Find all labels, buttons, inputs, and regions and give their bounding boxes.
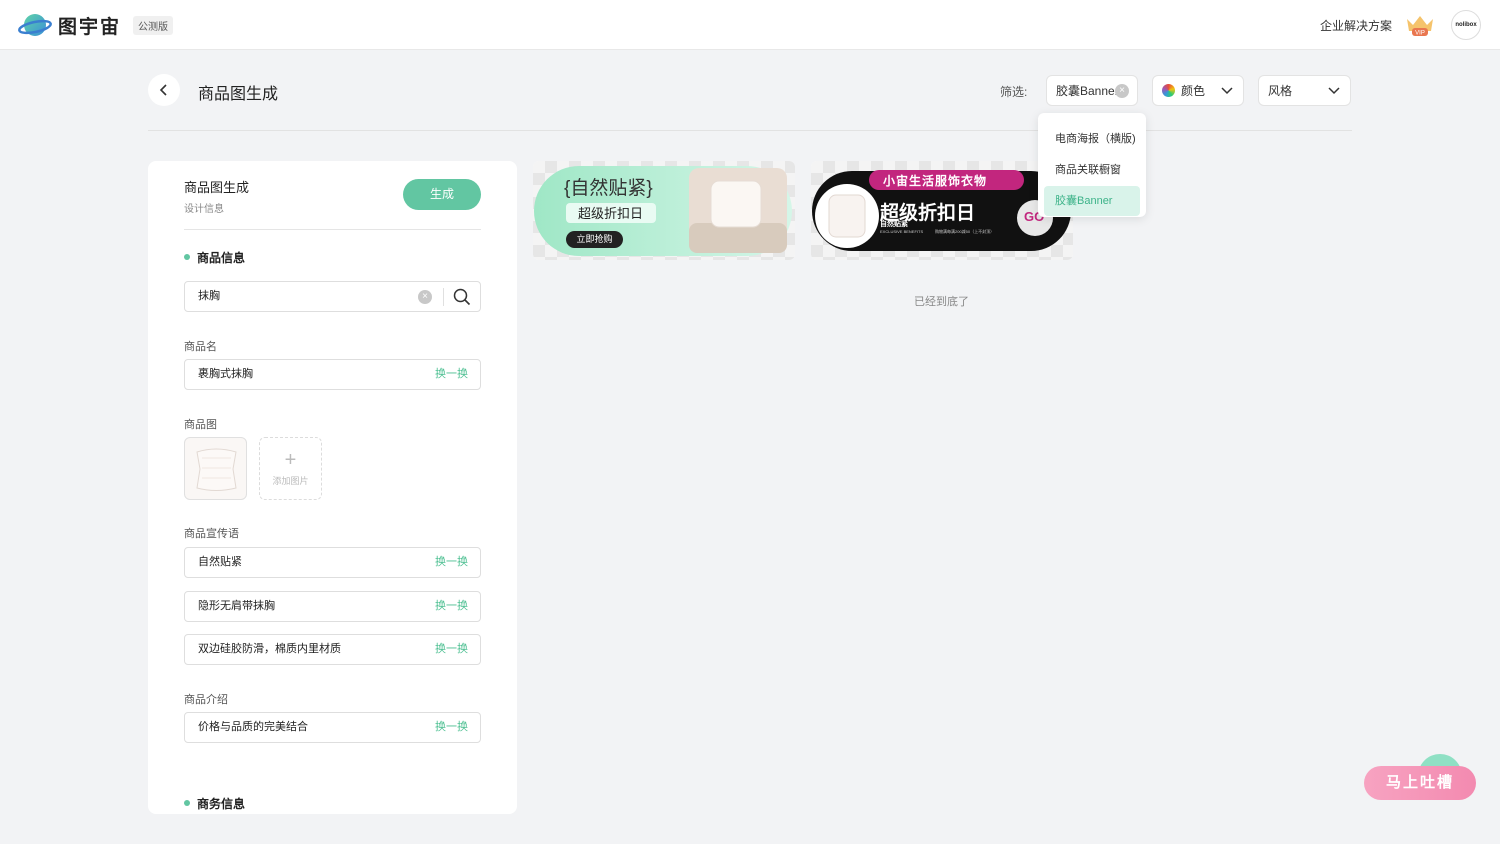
business-info-heading: 商务信息 [184, 795, 245, 812]
panel-title: 商品图生成 [184, 180, 250, 195]
slogan-value: 自然贴紧 [198, 556, 242, 568]
clear-icon[interactable]: × [418, 290, 432, 304]
card2-top-banner: 小宙生活服饰衣物 [883, 174, 988, 188]
design-panel: 商品图生成 设计信息 生成 商品信息 抹胸 × 商品名 裹胸式抹胸 换一换 商品… [148, 161, 517, 814]
app-name: 图宇宙 [58, 16, 122, 38]
swap-button[interactable]: 换一换 [435, 592, 468, 621]
card2-small-left: EXCLUSIVE BENEFITS [880, 229, 924, 234]
clear-icon[interactable]: × [1115, 84, 1129, 98]
style-filter-select[interactable]: 风格 [1258, 75, 1351, 106]
type-filter-select[interactable]: 胶囊Banner × [1046, 75, 1138, 106]
swap-button[interactable]: 换一换 [435, 635, 468, 664]
card1-cta: 立即抢购 [566, 231, 623, 248]
slogan-field-3[interactable]: 双边硅胶防滑，棉质内里材质 换一换 [184, 634, 481, 665]
logo[interactable]: 图宇宙 公测版 [18, 11, 174, 39]
back-button[interactable] [148, 74, 180, 106]
vip-label: VIP [1415, 31, 1425, 37]
search-separator [443, 288, 444, 306]
top-bar: 图宇宙 公测版 企业解决方案 VIP nolibox [0, 0, 1500, 50]
product-search-input[interactable]: 抹胸 × [184, 281, 481, 312]
product-name-label: 商品名 [184, 341, 217, 353]
slogan-field-2[interactable]: 隐形无肩带抹胸 换一换 [184, 591, 481, 622]
color-wheel-icon [1162, 84, 1175, 97]
corset-image [196, 448, 237, 491]
dropdown-option-capsule-banner[interactable]: 胶囊Banner [1044, 186, 1140, 216]
product-image-label: 商品图 [184, 419, 217, 431]
avatar[interactable]: nolibox [1451, 10, 1481, 40]
result-card-2[interactable]: 小宙生活服饰衣物 超级折扣日 自然贴紧 EXCLUSIVE BENEFITS 购… [811, 161, 1073, 260]
slogan-label: 商品宣传语 [184, 528, 239, 540]
search-icon[interactable] [453, 288, 471, 306]
beta-badge: 公测版 [133, 15, 174, 35]
slogan-field-1[interactable]: 自然贴紧 换一换 [184, 547, 481, 578]
result-card-1[interactable]: {自然贴紧} 超级折扣日 立即抢购 [533, 161, 795, 260]
card2-small-right: 购物满每满200减50（上不封顶） [935, 229, 995, 234]
panel-subtitle: 设计信息 [184, 204, 224, 215]
header-divider [148, 130, 1352, 131]
generate-button[interactable]: 生成 [403, 179, 481, 210]
filter-label: 筛选: [1000, 85, 1028, 99]
dropdown-option-showcase[interactable]: 商品关联橱窗 [1044, 155, 1140, 185]
page-title: 商品图生成 [198, 86, 279, 103]
add-image-button[interactable]: + 添加图片 [259, 437, 322, 500]
product-name-field[interactable]: 裹胸式抹胸 换一换 [184, 359, 481, 390]
chevron-left-icon [159, 84, 167, 96]
slogan-value: 隐形无肩带抹胸 [198, 600, 275, 612]
planet-logo-icon [18, 14, 52, 36]
product-image-thumbnail[interactable] [184, 437, 247, 500]
product-intro-label: 商品介绍 [184, 694, 228, 706]
product-intro-value: 价格与品质的完美结合 [198, 721, 308, 733]
plus-icon: + [284, 449, 297, 471]
dropdown-option-poster[interactable]: 电商海报（横版) [1044, 124, 1140, 154]
swap-button[interactable]: 换一换 [435, 713, 468, 742]
product-info-heading: 商品信息 [184, 249, 245, 266]
swap-button[interactable]: 换一换 [435, 548, 468, 577]
chevron-down-icon [1328, 87, 1340, 95]
search-value: 抹胸 [198, 290, 220, 302]
enterprise-link[interactable]: 企业解决方案 [1320, 17, 1392, 34]
panel-divider [184, 229, 481, 230]
product-name-value: 裹胸式抹胸 [198, 368, 253, 380]
type-filter-dropdown: 电商海报（横版) 商品关联橱窗 胶囊Banner [1038, 113, 1146, 217]
type-filter-value: 胶囊Banner [1056, 84, 1119, 98]
add-image-label: 添加图片 [272, 476, 309, 486]
feedback-button[interactable]: 马上吐槽 [1364, 766, 1476, 800]
swap-button[interactable]: 换一换 [435, 360, 468, 389]
product-intro-field[interactable]: 价格与品质的完美结合 换一换 [184, 712, 481, 743]
card1-subline: 超级折扣日 [578, 206, 644, 221]
style-filter-label: 风格 [1268, 84, 1293, 98]
chevron-down-icon [1221, 87, 1233, 95]
slogan-value: 双边硅胶防滑，棉质内里材质 [198, 643, 341, 655]
card2-subline: 自然贴紧 [880, 221, 908, 228]
end-of-list-text: 已经到底了 [914, 296, 969, 308]
card1-headline: {自然贴紧} [564, 178, 653, 199]
color-filter-label: 颜色 [1181, 84, 1206, 98]
vip-crown-icon[interactable]: VIP [1404, 13, 1436, 37]
color-filter-select[interactable]: 颜色 [1152, 75, 1244, 106]
